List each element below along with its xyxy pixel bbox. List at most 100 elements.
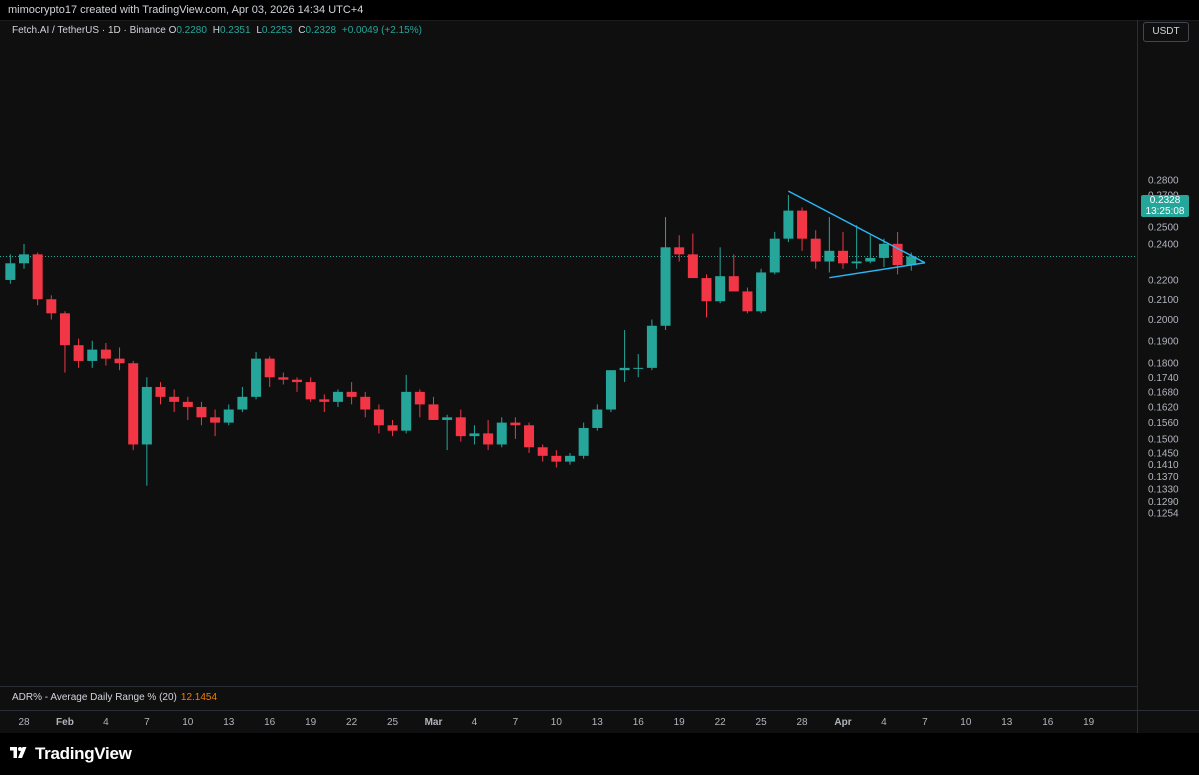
x-tick-label: 16 [1042,717,1054,728]
current-price: 0.2328 [1149,195,1181,206]
x-tick-label: Apr [834,717,851,728]
candle-body-down [687,254,698,279]
y-tick-label: 0.2400 [1148,239,1179,250]
x-tick-label: 13 [592,717,604,728]
candle-body-up [578,427,589,456]
x-tick-label: 4 [472,717,478,728]
y-tick-label: 0.2800 [1148,175,1179,186]
x-tick-label: 22 [715,717,727,728]
x-tick-label: 19 [305,717,317,728]
candle-body-down [128,363,139,445]
candle-body-up [5,263,16,280]
candle-body-up [237,396,248,410]
y-tick-label: 0.1254 [1148,509,1179,520]
candle-body-down [59,313,70,346]
candle-body-down [210,417,221,423]
trendline-lower [829,262,926,279]
candle-body-up [633,367,644,369]
candle-body-down [455,417,466,437]
candle-body-up [442,417,453,420]
candle-body-up [141,386,152,445]
chart-credit: mimocrypto17 created with TradingView.co… [8,4,364,16]
y-tick-label: 0.1330 [1148,484,1179,495]
y-tick-label: 0.1370 [1148,472,1179,483]
candle-body-down [155,386,166,397]
candle-body-down [319,399,330,402]
price-chart[interactable]: 0.28000.27000.26000.25000.24000.22000.21… [0,20,1199,733]
candle-body-down [182,401,193,407]
y-tick-label: 0.1560 [1148,418,1179,429]
candle-body-down [114,358,125,364]
y-tick-label: 0.1620 [1148,402,1179,413]
x-tick-label: 16 [264,717,276,728]
y-tick-label: 0.2100 [1148,295,1179,306]
candle-body-up [851,261,862,264]
candle-body-up [565,455,575,462]
candle-body-down [537,447,548,456]
x-tick-label: 4 [103,717,109,728]
open-value: 0.2280 [176,25,207,36]
candle-body-down [346,391,357,397]
candle-body-down [169,396,180,402]
candle-body-down [524,425,535,448]
x-tick-label: 25 [756,717,768,728]
candle-body-down [510,422,521,426]
indicator-name: ADR% - Average Daily Range % (20) [12,692,177,703]
bar-countdown: 13:25:08 [1145,206,1185,217]
candle-body-down [46,299,57,314]
candle-body-down [305,382,316,400]
x-tick-label: 16 [633,717,645,728]
x-tick-label: 10 [551,717,563,728]
x-tick-label: 28 [18,717,30,728]
current-price-tag: 0.2328 13:25:08 [1141,195,1189,217]
tradingview-brand[interactable]: TradingView [8,743,132,765]
candle-body-down [428,404,439,420]
candle-body-up [619,367,630,371]
candle-body-up [332,391,343,402]
candle-body-down [701,278,712,302]
candle-body-down [278,377,289,380]
y-tick-label: 0.2000 [1148,315,1179,326]
candle-body-down [73,345,84,361]
x-tick-label: 7 [144,717,150,728]
close-label: C [298,25,306,36]
candle-body-down [728,276,739,292]
y-tick-label: 0.1800 [1148,359,1179,370]
candle-body-down [264,358,275,378]
symbol-label[interactable]: Fetch.AI / TetherUS · 1D · Binance [12,25,166,36]
candle-body-down [196,406,207,418]
candle-body-up [19,254,29,264]
x-tick-label: 7 [513,717,519,728]
candle-body-down [387,425,398,431]
tradingview-logo-icon [10,747,27,758]
candle-body-up [865,257,876,262]
candle-body-down [292,379,302,383]
x-tick-label: 4 [881,717,887,728]
x-tick-label: Feb [56,717,74,728]
indicator-value: 12.1454 [180,692,218,703]
x-tick-label: 13 [1001,717,1013,728]
brand-name: TradingView [35,744,132,763]
y-tick-label: 0.1450 [1148,448,1179,459]
currency-button[interactable]: USDT [1143,22,1189,42]
ohlc-legend: Fetch.AI / TetherUS · 1D · Binance O0.22… [12,25,422,36]
candle-body-down [674,247,685,255]
high-value: 0.2351 [219,25,251,36]
candle-body-up [783,210,794,239]
y-tick-label: 0.1410 [1148,460,1179,471]
candle-body-down [810,238,821,262]
candle-body-up [592,409,603,428]
high-label: H [212,25,220,36]
candle-body-down [414,391,425,405]
x-tick-label: 7 [922,717,928,728]
candle-body-up [878,243,889,258]
y-tick-label: 0.1290 [1148,497,1179,508]
indicator-legend[interactable]: ADR% - Average Daily Range % (20) 12.1454 [12,692,217,703]
x-tick-label: Mar [425,717,443,728]
candle-body-down [373,409,384,426]
candle-body-up [401,391,412,431]
candle-body-down [797,210,808,239]
change-value: +0.0049 (+2.15%) [341,25,422,36]
candle-body-up [660,247,671,326]
x-tick-label: 19 [674,717,686,728]
